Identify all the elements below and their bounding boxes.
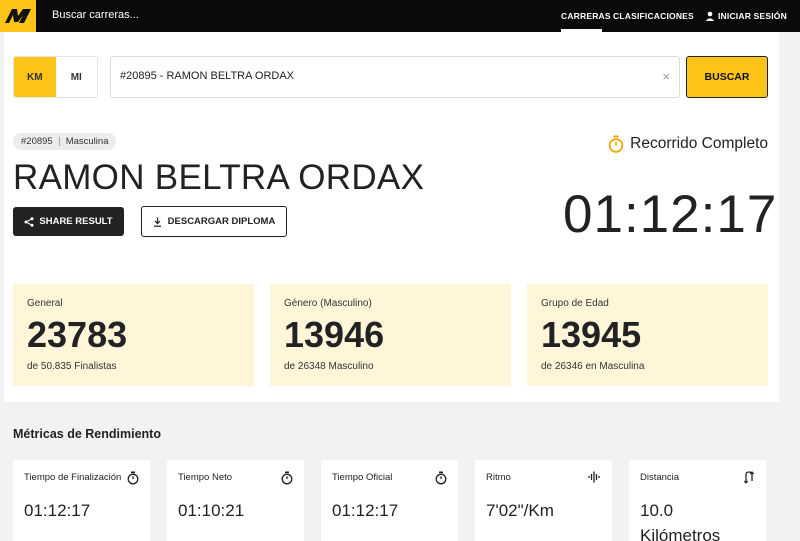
- nav-clasificaciones[interactable]: CLASIFICACIONES: [613, 11, 694, 21]
- clear-icon[interactable]: ×: [662, 69, 670, 84]
- completion-status-label: Recorrido Completo: [630, 135, 768, 152]
- login-link[interactable]: INICIAR SESIÓN: [705, 11, 787, 21]
- metric-label: Ritmo: [486, 472, 511, 483]
- nav-carreras[interactable]: CARRERAS: [561, 11, 611, 21]
- tag-divider: [58, 137, 60, 146]
- rank-label: Género (Masculino): [284, 298, 372, 309]
- unit-km-button[interactable]: KM: [14, 57, 56, 97]
- runner-search-box: ×: [110, 56, 680, 98]
- runner-search-input[interactable]: [120, 70, 640, 82]
- metric-value: 10.0 Kilómetros: [640, 501, 721, 541]
- login-label: INICIAR SESIÓN: [718, 11, 787, 21]
- runner-category: Masculina: [65, 136, 109, 147]
- share-result-label: SHARE RESULT: [39, 216, 113, 227]
- share-result-button[interactable]: SHARE RESULT: [13, 207, 124, 236]
- share-icon: [24, 216, 34, 227]
- pace-wave-icon: [588, 471, 600, 483]
- rank-card-age-group: Grupo de Edad 13945 de 26346 en Masculin…: [527, 284, 768, 386]
- brand-logo-icon: [5, 9, 31, 23]
- search-races-link[interactable]: Buscar carreras...: [52, 9, 139, 21]
- rank-card-gender: Género (Masculino) 13946 de 26348 Mascul…: [270, 284, 511, 386]
- metric-label: Tiempo Oficial: [332, 472, 393, 483]
- rank-total: de 26348 Masculino: [284, 361, 374, 372]
- stopwatch-icon: [435, 471, 447, 485]
- runner-tag: #20895 Masculina: [13, 133, 117, 150]
- top-navbar: Buscar carreras... CARRERAS CLASIFICACIO…: [0, 0, 800, 32]
- metric-value: 7'02"/Km: [486, 501, 554, 520]
- rank-card-general: General 23783 de 50.835 Finalistas: [13, 284, 254, 386]
- metric-label: Tiempo Neto: [178, 472, 233, 483]
- metric-label: Distancia: [640, 472, 680, 483]
- rank-value: 23783: [27, 314, 128, 355]
- metric-card-finish-time: Tiempo de Finalización 01:12:17: [13, 460, 150, 541]
- metric-label: Tiempo de Finalización: [24, 472, 122, 483]
- metrics-title: Métricas de Rendimiento: [13, 427, 161, 441]
- metric-card-pace: Ritmo 7'02"/Km: [475, 460, 612, 541]
- download-icon: [153, 217, 161, 227]
- rank-total: de 26346 en Masculina: [541, 361, 645, 372]
- runner-name: RAMON BELTRA ORDAX: [13, 158, 425, 197]
- rank-label: General: [27, 298, 63, 309]
- stopwatch-icon: [281, 471, 293, 485]
- stopwatch-icon: [127, 471, 139, 485]
- metric-value: 01:12:17: [332, 501, 399, 520]
- rank-value: 13946: [284, 314, 385, 355]
- download-diploma-button[interactable]: DESCARGAR DIPLOMA: [141, 206, 287, 237]
- brand-logo[interactable]: [0, 0, 36, 32]
- rank-total: de 50.835 Finalistas: [27, 361, 117, 372]
- metric-card-distance: Distancia 10.0 Kilómetros: [629, 460, 766, 541]
- bib-number: #20895: [21, 136, 53, 147]
- stopwatch-icon: [608, 135, 624, 153]
- rank-label: Grupo de Edad: [541, 298, 609, 309]
- unit-toggle: KM MI: [13, 56, 98, 98]
- download-diploma-label: DESCARGAR DIPLOMA: [167, 216, 276, 227]
- unit-mi-button[interactable]: MI: [56, 57, 98, 97]
- user-icon: [705, 11, 715, 21]
- search-button[interactable]: BUSCAR: [686, 56, 768, 98]
- completion-status: Recorrido Completo: [608, 135, 768, 153]
- metric-value: 01:12:17: [24, 501, 91, 520]
- route-icon: [743, 471, 755, 484]
- metric-value: 01:10:21: [178, 501, 245, 520]
- rank-value: 13945: [541, 314, 642, 355]
- finish-time: 01:12:17: [563, 185, 778, 244]
- metric-card-official-time: Tiempo Oficial 01:12:17: [321, 460, 458, 541]
- metric-card-net-time: Tiempo Neto 01:10:21: [167, 460, 304, 541]
